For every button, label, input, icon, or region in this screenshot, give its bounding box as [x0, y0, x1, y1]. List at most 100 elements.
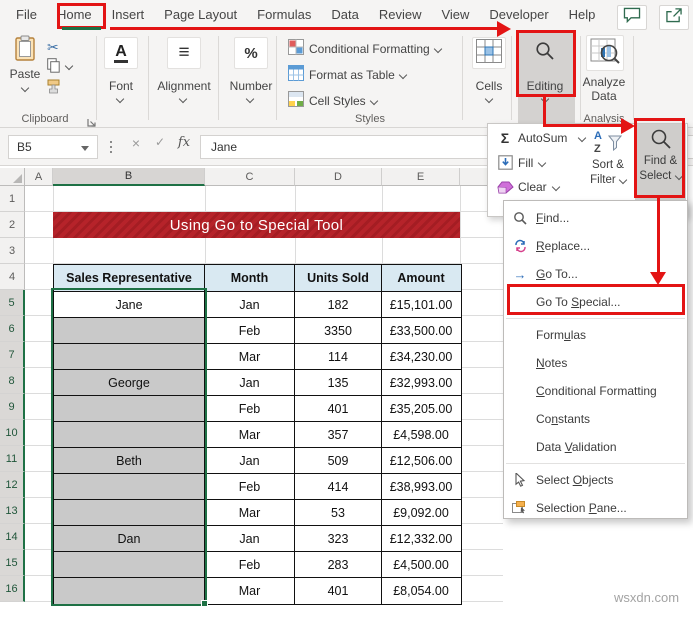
row-header-4[interactable]: 4 — [0, 264, 25, 290]
enter-icon[interactable]: ✓ — [150, 135, 170, 149]
cell[interactable] — [54, 578, 205, 604]
cell[interactable]: Jan — [205, 292, 295, 317]
sort-filter-button[interactable]: AZ Sort & Filter — [583, 128, 633, 188]
cell-styles-button[interactable]: Cell Styles — [288, 91, 378, 110]
font-dropdown-icon[interactable] — [115, 94, 125, 104]
cell[interactable] — [54, 500, 205, 525]
cell[interactable] — [54, 474, 205, 499]
cell[interactable]: £32,993.00 — [382, 370, 460, 395]
row-header-11[interactable]: 11 — [0, 446, 25, 472]
fill-button[interactable]: Fill — [496, 155, 547, 170]
table-header-sales-representative[interactable]: Sales Representative — [54, 265, 205, 291]
cut-icon[interactable]: ✂ — [47, 39, 59, 56]
menu-item-constants[interactable]: Constants — [504, 405, 687, 433]
menu-item-formulas[interactable]: Formulas — [504, 321, 687, 349]
menu-item-notes[interactable]: Notes — [504, 349, 687, 377]
tab-insert[interactable]: Insert — [102, 0, 155, 30]
cell[interactable]: £12,506.00 — [382, 448, 460, 473]
row-header-10[interactable]: 10 — [0, 420, 25, 446]
table-header-month[interactable]: Month — [205, 265, 295, 291]
cell[interactable]: Mar — [205, 344, 295, 369]
menu-item-data-validation[interactable]: Data Validation — [504, 433, 687, 461]
column-header-d[interactable]: D — [295, 168, 382, 186]
menu-item-replace[interactable]: Replace... — [504, 232, 687, 260]
row-header-3[interactable]: 3 — [0, 238, 25, 264]
cell[interactable]: £33,500.00 — [382, 318, 460, 343]
cell[interactable]: 283 — [295, 552, 382, 577]
row-header-8[interactable]: 8 — [0, 368, 25, 394]
cell[interactable]: Jan — [205, 370, 295, 395]
tab-home[interactable]: Home — [47, 0, 102, 30]
cell[interactable]: 401 — [295, 578, 382, 604]
cell[interactable]: Feb — [205, 552, 295, 577]
comments-button[interactable] — [617, 5, 647, 30]
cell[interactable]: George — [54, 370, 205, 395]
alignment-dropdown-icon[interactable] — [178, 94, 188, 104]
cell[interactable]: 401 — [295, 396, 382, 421]
row-header-5[interactable]: 5 — [0, 290, 25, 316]
selection-fill-handle[interactable] — [201, 600, 208, 607]
row-header-6[interactable]: 6 — [0, 316, 25, 342]
copy-dropdown-icon[interactable] — [64, 61, 74, 71]
tab-view[interactable]: View — [431, 0, 479, 30]
font-button[interactable]: A — [104, 37, 138, 69]
menu-item-go-to-special[interactable]: Go To Special... — [504, 288, 687, 316]
row-header-9[interactable]: 9 — [0, 394, 25, 420]
find-select-button[interactable]: Find & Select — [635, 124, 686, 200]
column-header-e[interactable]: E — [382, 168, 460, 186]
row-header-14[interactable]: 14 — [0, 524, 25, 550]
row-header-7[interactable]: 7 — [0, 342, 25, 368]
cell[interactable]: £8,054.00 — [382, 578, 460, 604]
clear-button[interactable]: Clear — [496, 180, 560, 194]
cells-dropdown-icon[interactable] — [484, 94, 494, 104]
cell[interactable]: Beth — [54, 448, 205, 473]
cell[interactable]: 114 — [295, 344, 382, 369]
cell[interactable]: Mar — [205, 500, 295, 525]
number-button[interactable]: % — [234, 37, 268, 69]
table-header-amount[interactable]: Amount — [382, 265, 460, 291]
cell[interactable]: £4,598.00 — [382, 422, 460, 447]
row-header-2[interactable]: 2 — [0, 212, 25, 238]
cell[interactable]: £12,332.00 — [382, 526, 460, 551]
share-button[interactable] — [659, 5, 689, 30]
number-dropdown-icon[interactable] — [245, 94, 255, 104]
cell[interactable]: Feb — [205, 396, 295, 421]
alignment-button[interactable]: ≡ — [167, 37, 201, 69]
cell[interactable]: Feb — [205, 474, 295, 499]
insert-function-icon[interactable]: fx — [174, 135, 194, 150]
table-header-units-sold[interactable]: Units Sold — [295, 265, 382, 291]
cell[interactable]: 357 — [295, 422, 382, 447]
menu-item-go-to[interactable]: → Go To... — [504, 260, 687, 288]
menu-item-conditional-formatting[interactable]: Conditional Formatting — [504, 377, 687, 405]
row-header-16[interactable]: 16 — [0, 576, 25, 602]
cell[interactable]: 135 — [295, 370, 382, 395]
cell[interactable]: £9,092.00 — [382, 500, 460, 525]
tab-data[interactable]: Data — [321, 0, 368, 30]
cell[interactable]: £34,230.00 — [382, 344, 460, 369]
analyze-data-button[interactable] — [586, 35, 624, 71]
format-painter-icon[interactable] — [47, 79, 61, 99]
cell[interactable] — [54, 552, 205, 577]
tab-formulas[interactable]: Formulas — [247, 0, 321, 30]
autosum-button[interactable]: Σ AutoSum — [496, 130, 587, 146]
column-header-c[interactable]: C — [205, 168, 295, 186]
cell[interactable]: 182 — [295, 292, 382, 317]
menu-item-select-objects[interactable]: Select Objects — [504, 466, 687, 494]
cell[interactable] — [54, 344, 205, 369]
tab-file[interactable]: File — [6, 0, 47, 30]
column-header-b[interactable]: B — [53, 168, 205, 186]
cell[interactable]: 3350 — [295, 318, 382, 343]
cell[interactable]: 414 — [295, 474, 382, 499]
tab-page-layout[interactable]: Page Layout — [154, 0, 247, 30]
cell[interactable]: £35,205.00 — [382, 396, 460, 421]
cell[interactable]: Mar — [205, 422, 295, 447]
cancel-icon[interactable]: × — [126, 135, 146, 151]
name-box[interactable]: B5 — [8, 135, 98, 159]
cells-button[interactable] — [472, 37, 506, 69]
paste-button[interactable]: Paste — [6, 35, 44, 93]
cell[interactable]: Jan — [205, 448, 295, 473]
cell[interactable] — [54, 422, 205, 447]
column-header-a[interactable]: A — [25, 168, 53, 186]
format-as-table-button[interactable]: Format as Table — [288, 65, 408, 84]
tab-review[interactable]: Review — [369, 0, 432, 30]
